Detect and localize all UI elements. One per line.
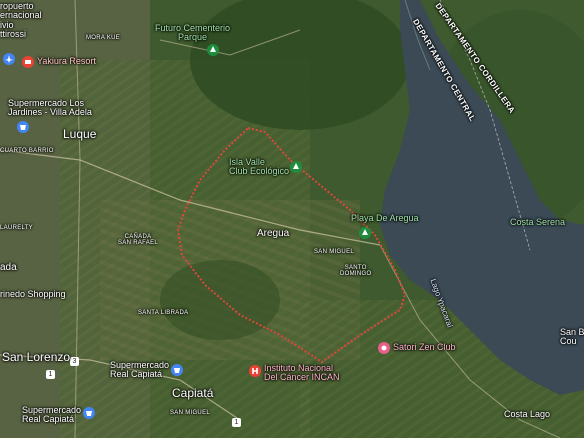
route-shield: 1 [232, 418, 241, 427]
costa-lago-label[interactable]: Costa Lago [504, 409, 550, 419]
neighborhood-label: SAN MIGUEL [314, 249, 355, 255]
city-label[interactable]: ada [0, 262, 17, 274]
spa-icon[interactable] [377, 341, 391, 355]
city-label-aregua[interactable]: Aregua [257, 228, 289, 240]
city-label-luque[interactable]: Luque [63, 128, 96, 141]
neighborhood-label: CAÑADA SAN RAFAEL [118, 234, 159, 247]
city-label-san-lorenzo[interactable]: San Lorenzo [2, 351, 70, 364]
route-shield: 1 [46, 370, 55, 379]
airport-label[interactable]: ropuerto ernacional ivio ttirossi [0, 1, 42, 40]
hotel-icon[interactable] [21, 55, 35, 69]
supermarket-label[interactable]: Supermercado Los Jardines - Villa Adela [8, 98, 92, 118]
satellite-map[interactable]: 1 3 1 ropuerto ernacional ivio ttirossi MOR… [0, 0, 584, 438]
airport-icon[interactable] [2, 52, 16, 66]
park-icon[interactable] [206, 43, 220, 57]
neighborhood-label: SAN MIGUEL [170, 410, 211, 416]
route-shield: 3 [70, 357, 79, 366]
incan-label[interactable]: Instituto Nacional Del Cáncer INCAN [264, 363, 340, 383]
cemetery-label[interactable]: Futuro Cementerio Parque [155, 23, 230, 43]
city-label-capiata[interactable]: Capiatá [172, 387, 213, 400]
playa-aregua-label[interactable]: Playa De Aregua [351, 213, 419, 223]
neighborhood-label: LAURELTY [0, 225, 33, 231]
isla-valle-label[interactable]: Isla Valle Club Ecológico [229, 157, 289, 177]
shopping-icon[interactable] [16, 120, 30, 134]
neighborhood-label: SANTA LIBRADA [138, 310, 189, 316]
satori-label[interactable]: Satori Zen Club [393, 342, 456, 352]
hospital-icon[interactable] [248, 364, 262, 378]
costa-serena-label[interactable]: Costa Serena [510, 217, 565, 227]
supermarket-label[interactable]: Supermercado Real Capiatá [22, 405, 81, 425]
place-label[interactable]: San BeCou [560, 327, 584, 347]
neighborhood-label: CUARTO BARRIO [0, 148, 54, 154]
resort-label[interactable]: Yakiura Resort [37, 56, 96, 66]
supermarket-label[interactable]: Supermercado Real Capiatá [110, 360, 169, 380]
shopping-label[interactable]: rinedo Shopping [0, 289, 66, 299]
neighborhood-label: MORA KUE [86, 35, 121, 41]
park-icon[interactable] [289, 160, 303, 174]
neighborhood-label: SANTO DOMINGO [340, 265, 372, 278]
park-icon[interactable] [358, 226, 372, 240]
shopping-icon[interactable] [82, 406, 96, 420]
shopping-icon[interactable] [170, 363, 184, 377]
